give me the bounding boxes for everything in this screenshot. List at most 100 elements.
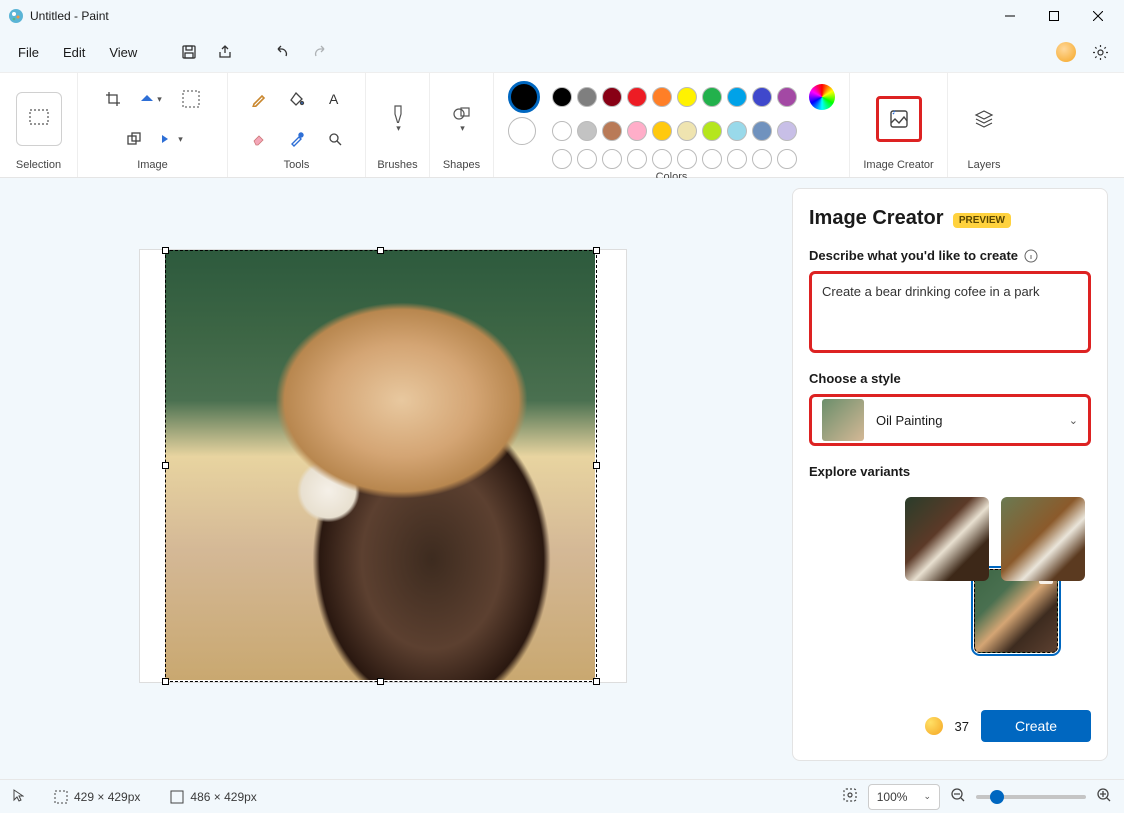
- color-swatch[interactable]: [752, 121, 772, 141]
- pencil-icon[interactable]: [242, 84, 276, 114]
- color-swatch[interactable]: [627, 121, 647, 141]
- color-swatch-empty[interactable]: [777, 149, 797, 169]
- variant-1[interactable]: ⋯: [974, 569, 1058, 653]
- close-button[interactable]: [1076, 0, 1120, 32]
- menu-file[interactable]: File: [6, 39, 51, 66]
- color-swatch[interactable]: [752, 87, 772, 107]
- eyedropper-icon[interactable]: [280, 124, 314, 154]
- credits-icon: [925, 717, 943, 735]
- layers-icon[interactable]: [964, 104, 1004, 134]
- variant-2[interactable]: [905, 497, 989, 581]
- fill-icon[interactable]: [280, 84, 314, 114]
- rotate-icon[interactable]: [117, 124, 151, 154]
- credits-count: 37: [955, 719, 969, 734]
- menu-edit[interactable]: Edit: [51, 39, 97, 66]
- prompt-textarea[interactable]: Create a bear drinking cofee in a park: [809, 271, 1091, 353]
- menu-view[interactable]: View: [97, 39, 149, 66]
- color-swatch[interactable]: [677, 87, 697, 107]
- paint-app-icon: [8, 8, 24, 24]
- color-swatch[interactable]: [627, 87, 647, 107]
- group-label-image: Image: [137, 159, 168, 171]
- crop-icon[interactable]: [96, 84, 130, 114]
- color-swatch-empty[interactable]: [577, 149, 597, 169]
- group-label-layers: Layers: [967, 159, 1000, 171]
- color-swatch-empty[interactable]: [702, 149, 722, 169]
- style-value: Oil Painting: [876, 413, 1055, 428]
- selection-tool[interactable]: [16, 92, 62, 146]
- shapes-icon[interactable]: ▾: [442, 104, 482, 134]
- redo-icon[interactable]: [301, 36, 337, 68]
- group-label-image-creator: Image Creator: [863, 159, 933, 171]
- menubar: File Edit View: [0, 32, 1124, 72]
- create-button[interactable]: Create: [981, 710, 1091, 742]
- zoom-slider[interactable]: [976, 795, 1086, 799]
- fit-screen-icon[interactable]: [842, 787, 858, 806]
- style-label: Choose a style: [809, 371, 1091, 386]
- select-all-icon[interactable]: [172, 84, 210, 114]
- color-primary[interactable]: [508, 81, 540, 113]
- statusbar: 429 × 429px 486 × 429px 100%⌄: [0, 779, 1124, 813]
- user-avatar[interactable]: [1056, 42, 1076, 62]
- variant-3[interactable]: [1001, 497, 1085, 581]
- settings-icon[interactable]: [1082, 36, 1118, 68]
- color-swatch[interactable]: [652, 121, 672, 141]
- text-icon[interactable]: A: [318, 84, 352, 114]
- color-swatch[interactable]: [677, 121, 697, 141]
- color-swatch[interactable]: [777, 121, 797, 141]
- color-swatch-empty[interactable]: [727, 149, 747, 169]
- group-label-tools: Tools: [284, 159, 310, 171]
- eraser-icon[interactable]: [242, 124, 276, 154]
- share-icon[interactable]: [207, 36, 243, 68]
- magnifier-icon[interactable]: [318, 124, 352, 154]
- color-swatch[interactable]: [702, 87, 722, 107]
- selection-size-icon: [54, 790, 68, 804]
- group-label-selection: Selection: [16, 159, 61, 171]
- image-creator-panel: Image Creator PREVIEW Describe what you'…: [792, 188, 1108, 761]
- titlebar: Untitled - Paint: [0, 0, 1124, 32]
- save-icon[interactable]: [171, 36, 207, 68]
- flip-icon[interactable]: ▾: [155, 124, 189, 154]
- edit-colors-icon[interactable]: [809, 84, 835, 110]
- undo-icon[interactable]: [265, 36, 301, 68]
- group-label-shapes: Shapes: [443, 159, 480, 171]
- color-swatch[interactable]: [602, 87, 622, 107]
- zoom-out-icon[interactable]: [950, 787, 966, 806]
- selection-rect[interactable]: [165, 250, 597, 682]
- color-swatch[interactable]: [552, 87, 572, 107]
- svg-text:A: A: [329, 91, 339, 107]
- color-swatch[interactable]: [702, 121, 722, 141]
- image-creator-button[interactable]: [876, 96, 922, 142]
- color-swatch[interactable]: [652, 87, 672, 107]
- color-swatch[interactable]: [727, 121, 747, 141]
- zoom-select[interactable]: 100%⌄: [868, 784, 940, 810]
- info-icon[interactable]: [1024, 249, 1038, 263]
- panel-heading: Image Creator: [809, 207, 944, 229]
- color-swatch[interactable]: [577, 87, 597, 107]
- canvas-area: Image Creator PREVIEW Describe what you'…: [0, 178, 1124, 779]
- minimize-button[interactable]: [988, 0, 1032, 32]
- variants-label: Explore variants: [809, 464, 1091, 479]
- color-swatch-empty[interactable]: [552, 149, 572, 169]
- color-swatch-empty[interactable]: [602, 149, 622, 169]
- chevron-down-icon: ⌄: [1069, 414, 1078, 427]
- color-swatch-empty[interactable]: [627, 149, 647, 169]
- brush-icon[interactable]: ▾: [378, 104, 418, 134]
- style-dropdown[interactable]: Oil Painting ⌄: [809, 394, 1091, 446]
- color-swatch-empty[interactable]: [752, 149, 772, 169]
- cursor-icon: [12, 788, 24, 805]
- zoom-in-icon[interactable]: [1096, 787, 1112, 806]
- color-swatch[interactable]: [552, 121, 572, 141]
- color-swatch[interactable]: [727, 87, 747, 107]
- group-label-brushes: Brushes: [377, 159, 417, 171]
- color-swatch-empty[interactable]: [652, 149, 672, 169]
- color-swatch[interactable]: [602, 121, 622, 141]
- style-thumbnail: [822, 399, 864, 441]
- color-swatch[interactable]: [777, 87, 797, 107]
- ribbon: Selection ▾ ▾ Image A Tools ▾ Brushes ▾ …: [0, 72, 1124, 178]
- color-swatch[interactable]: [577, 121, 597, 141]
- color-swatch-empty[interactable]: [677, 149, 697, 169]
- color-secondary[interactable]: [508, 117, 536, 145]
- resize-icon[interactable]: ▾: [134, 84, 168, 114]
- maximize-button[interactable]: [1032, 0, 1076, 32]
- canvas-size: 486 × 429px: [190, 790, 256, 804]
